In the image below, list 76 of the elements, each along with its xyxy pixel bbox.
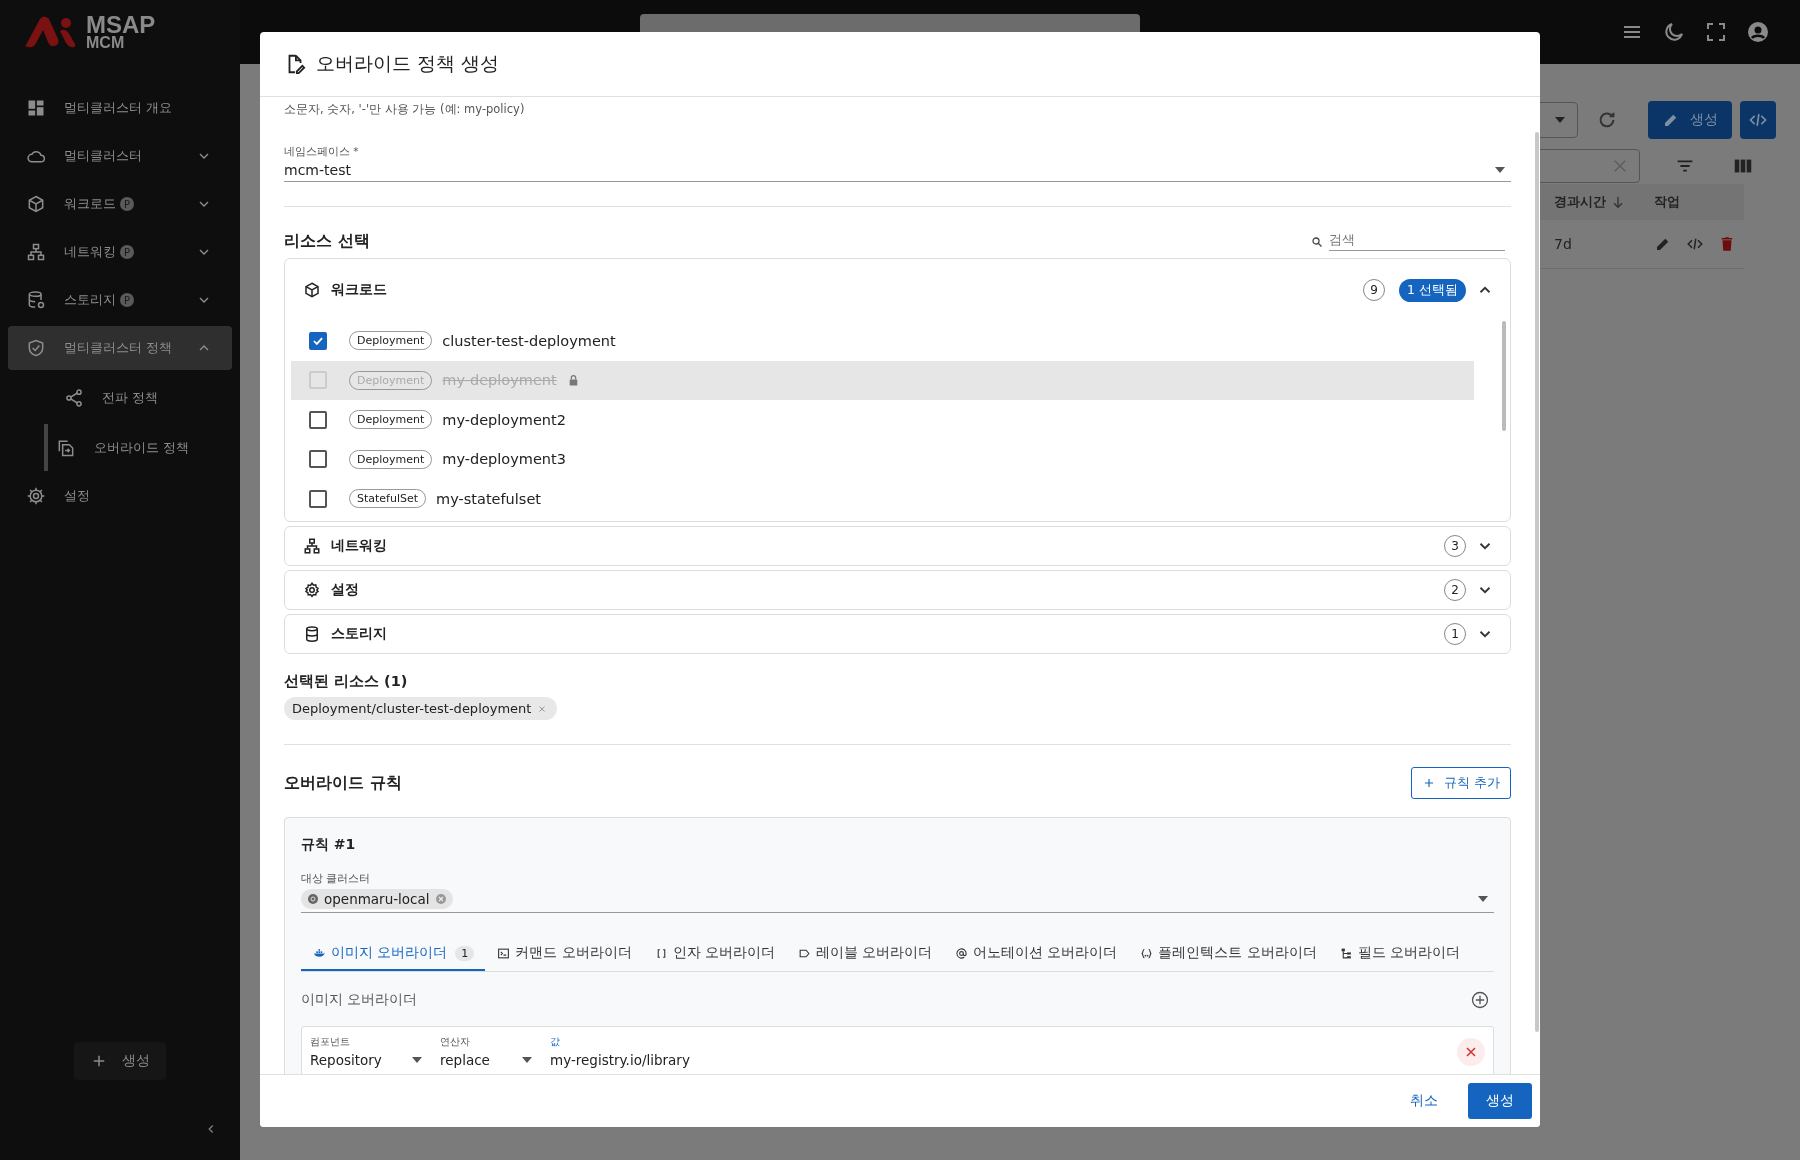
brand-subtitle: MCM [86,35,126,50]
field-label: 연산자 [440,1035,471,1049]
sidebar-item[interactable]: 멀티클러스터 개요 [8,86,232,130]
create-button[interactable]: 생성 [74,1042,166,1080]
cluster-select[interactable]: 대상 클러스터 openmaru-local [301,872,1494,913]
field-label: 컴포넌트 [310,1035,351,1049]
operator-select[interactable]: 연산자 replace [440,1035,532,1068]
section-title: 리소스 선택 [284,231,370,252]
field-value: my-registry.io/library [550,1052,691,1068]
sidebar-label: 워크로드 [64,195,116,213]
dialog-title: 오버라이드 정책 생성 [316,51,500,76]
sidebar-label: 멀티클러스터 [64,147,142,165]
sidebar-label: 멀티클러스터 개요 [64,99,173,117]
rule-title: 규칙 #1 [301,836,357,854]
tab[interactable]: 어노테이션 오버라이더 [943,937,1129,971]
search-field[interactable]: 검색 [1329,232,1505,251]
sidebar-label: 스토리지 [64,291,116,309]
tab[interactable]: 레이블 오버라이더 [785,937,944,971]
create-button[interactable]: 생성 [1648,101,1732,139]
tab[interactable]: 이미지 오버라이더 1 [301,937,486,971]
panel-title: 워크로드 [331,281,387,299]
sidebar-item[interactable]: 설정 [8,474,232,518]
resource-chip[interactable]: Deployment/cluster-test-deployment [284,697,558,720]
sidebar-label: 전파 정책 [102,388,159,407]
tab[interactable]: 커맨드 오버라이더 [485,937,643,971]
table-cell-text: 7d [1554,236,1573,252]
panel-title: 설정 [331,581,359,599]
sidebar-label: 네트워킹 [64,243,116,261]
resource-name: my-statefulset [436,490,541,507]
brand-title: MSAP [86,14,156,36]
helper-text: 소문자, 숫자, '-'만 사용 가능 (예: my-policy) [284,102,526,117]
sidebar-badge: P [120,245,134,259]
value-field[interactable]: 값 my-registry.io/library [550,1035,1439,1068]
sidebar-subitem[interactable]: 전파 정책 [48,374,232,421]
section-title: 선택된 리소스 (1) [284,672,409,691]
column-header: 작업 [1654,193,1681,211]
cluster-chip[interactable]: openmaru-local [301,889,453,909]
selected-count-badge: 1 선택됨 [1399,278,1466,302]
cancel-button[interactable]: 취소 [1394,1084,1454,1118]
field-value: Repository [310,1052,382,1068]
sidebar-item[interactable]: 워크로드 P [8,182,232,226]
submit-button[interactable]: 생성 [1468,1083,1532,1119]
tab[interactable]: 인자 오버라이더 [642,937,786,971]
resource-name: my-deployment2 [442,411,566,428]
sidebar-label: 오버라이드 정책 [94,438,190,457]
tab[interactable]: 필드 오버라이더 [1327,937,1472,971]
sidebar-label: 멀티클러스터 정책 [64,339,173,357]
sidebar-item[interactable]: 스토리지 P [8,278,232,322]
field-value: mcm-test [284,162,351,178]
field-label: 값 [550,1035,561,1049]
sidebar-badge: P [120,293,134,307]
sidebar-badge: P [120,197,134,211]
tab-count: 1 [455,945,475,961]
field-value: replace [440,1052,490,1068]
component-select[interactable]: 컴포넌트 Repository [310,1035,422,1068]
field-label: 대상 클러스터 [301,872,372,886]
resource-row[interactable]: Deployment cluster-test-deployment [291,321,1474,361]
panel-title: 네트워킹 [331,537,387,555]
sidebar-item[interactable]: 멀티클러스터 [8,134,232,178]
section-title: 오버라이드 규칙 [284,772,402,794]
tab[interactable]: 플레인텍스트 오버라이더 [1128,937,1328,971]
resource-row[interactable]: Deployment my-deployment3 [291,439,1474,479]
namespace-select[interactable]: 네임스페이스 * mcm-test [284,145,1511,182]
resource-row[interactable]: Deployment my-deployment2 [291,400,1474,440]
add-rule-button[interactable]: 규칙 추가 [1410,767,1511,799]
field-label: 네임스페이스 * [284,145,360,159]
sidebar-label: 설정 [64,487,90,505]
sidebar-item[interactable]: 멀티클러스터 정책 [8,326,232,370]
section-subtitle: 이미지 오버라이더 [301,991,418,1009]
resource-name: my-deployment3 [442,451,566,468]
resource-name: cluster-test-deployment [442,332,616,349]
resource-name: my-deployment [442,372,557,389]
resource-row[interactable]: StatefulSet my-statefulset [291,479,1474,519]
panel-title: 스토리지 [331,625,387,643]
sidebar-subitem[interactable]: 오버라이드 정책 [44,424,232,471]
sidebar-item[interactable]: 네트워킹 P [8,230,232,274]
